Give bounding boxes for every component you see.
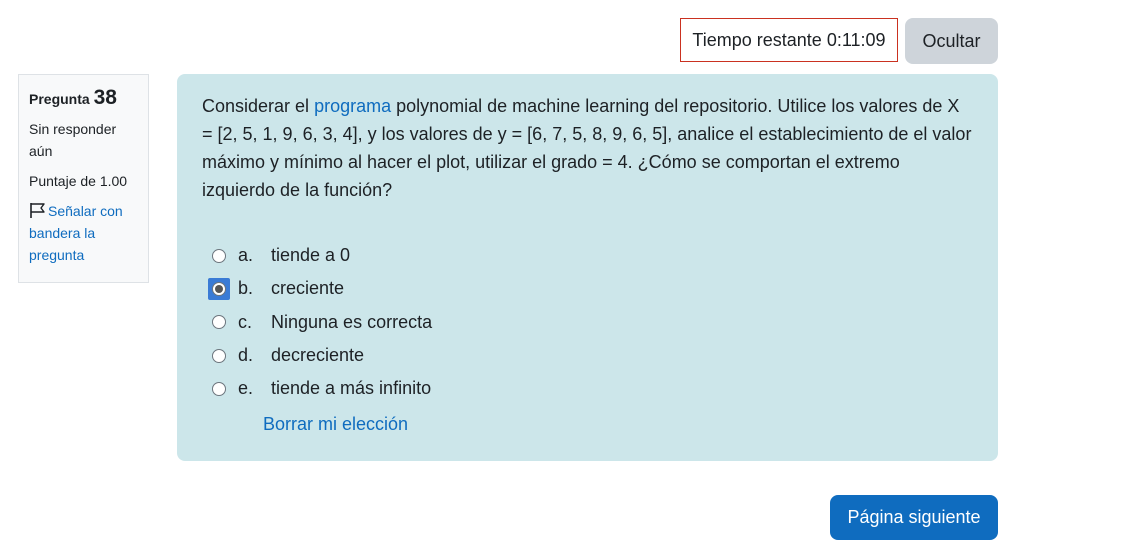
answer-letter: a. — [238, 245, 254, 266]
question-text: Considerar el programa polynomial de mac… — [202, 92, 973, 204]
radio-wrap-b — [208, 277, 230, 300]
timer-label: Tiempo restante — [692, 29, 822, 50]
answer-text: tiende a más infinito — [271, 378, 432, 399]
answer-option-d[interactable]: d. decreciente — [212, 339, 973, 372]
radio-b[interactable] — [212, 281, 226, 296]
radio-wrap-c — [210, 313, 228, 331]
question-text-start: Considerar el — [202, 96, 315, 116]
radio-wrap-a — [210, 247, 228, 265]
quiz-page: Tiempo restante 0:11:09 Ocultar Pregunta… — [0, 0, 1139, 555]
radio-d[interactable] — [212, 348, 226, 363]
hide-timer-button[interactable]: Ocultar — [905, 18, 998, 64]
answer-option-c[interactable]: c. Ninguna es correcta — [212, 306, 973, 339]
question-number-heading: Pregunta 38 — [29, 87, 138, 110]
answer-text: creciente — [271, 278, 345, 299]
question-score: Puntaje de 1.00 — [29, 173, 128, 189]
answer-list: a. tiende a 0 b. creciente c. Ninguna es… — [202, 239, 973, 435]
question-status: Sin responder aún — [29, 121, 117, 159]
question-number: 38 — [93, 86, 117, 109]
question-info-panel: Pregunta 38 Sin responder aún Puntaje de… — [18, 74, 149, 283]
answer-option-b[interactable]: b. creciente — [208, 272, 973, 305]
radio-wrap-d — [210, 347, 228, 365]
timer: Tiempo restante 0:11:09 — [680, 18, 898, 62]
answer-letter: d. — [238, 345, 254, 366]
timer-value: 0:11:09 — [826, 29, 886, 50]
flag-outline-icon — [30, 203, 45, 218]
answer-text: Ninguna es correcta — [271, 311, 433, 332]
answer-letter: e. — [238, 378, 254, 399]
answer-letter: c. — [238, 311, 253, 332]
flag-question-link[interactable]: Señalar con bandera la pregunta — [29, 200, 138, 266]
answer-text: decreciente — [271, 345, 365, 366]
answer-option-a[interactable]: a. tiende a 0 — [212, 239, 973, 272]
radio-a[interactable] — [212, 248, 226, 263]
radio-wrap-e — [210, 380, 228, 398]
answer-option-e[interactable]: e. tiende a más infinito — [212, 372, 973, 405]
answer-text: tiende a 0 — [271, 245, 351, 266]
question-box: Considerar el programa polynomial de mac… — [177, 74, 998, 461]
radio-c[interactable] — [212, 315, 226, 330]
answer-letter: b. — [238, 278, 254, 299]
program-link[interactable]: programa — [314, 96, 391, 116]
next-page-button[interactable]: Página siguiente — [830, 495, 998, 540]
question-label: Pregunta — [29, 91, 90, 107]
radio-e[interactable] — [212, 381, 226, 396]
clear-choice-link[interactable]: Borrar mi elección — [263, 414, 408, 435]
